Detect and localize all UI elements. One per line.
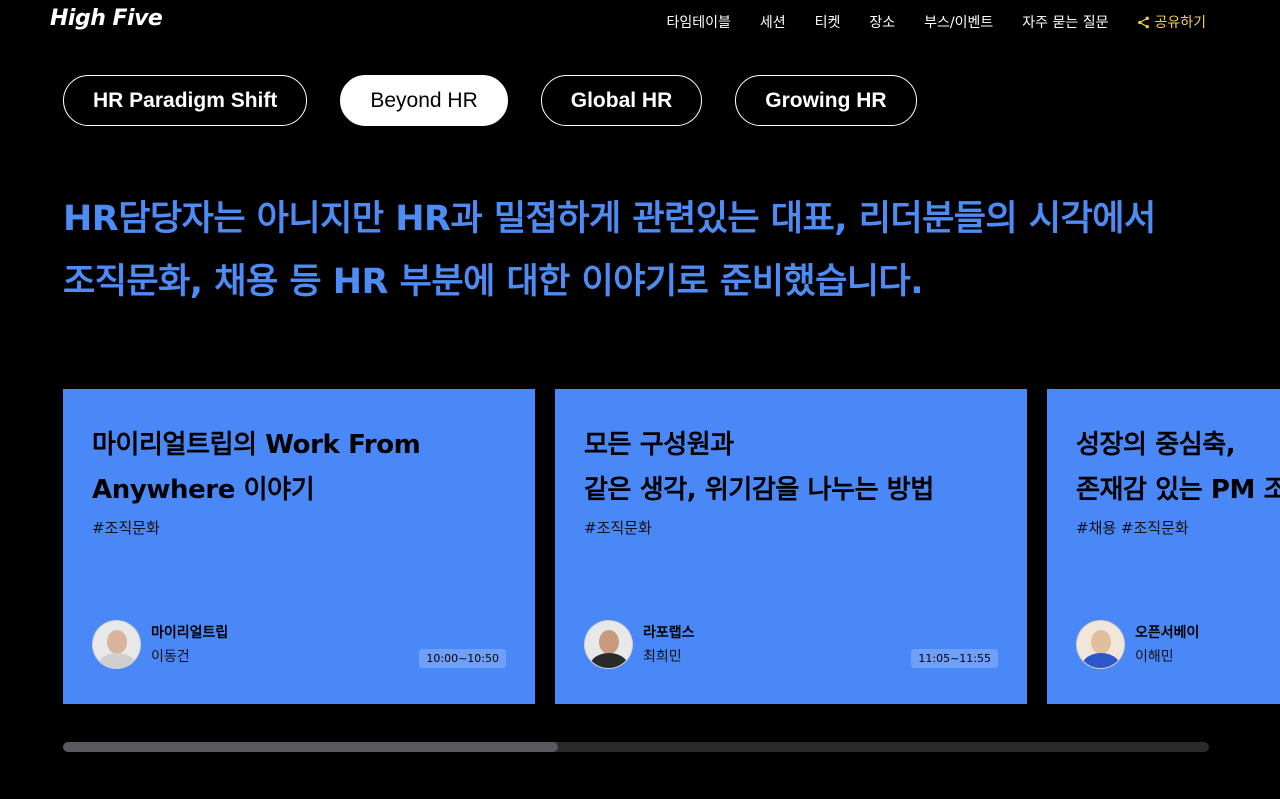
speaker-name: 이동건	[151, 648, 190, 665]
nav-booth-events[interactable]: 부스/이벤트	[924, 12, 993, 32]
speaker-info: 오픈서베이 이해민	[1076, 620, 1199, 669]
nav-tickets[interactable]: 티켓	[815, 12, 841, 32]
speaker-company: 마이리얼트립	[151, 624, 229, 641]
tab-beyond-hr[interactable]: Beyond HR	[340, 75, 508, 126]
session-title: 성장의 중심축, 존재감 있는 PM 조	[1076, 430, 1280, 505]
avatar	[1076, 620, 1125, 669]
speaker-name: 이해민	[1135, 648, 1174, 665]
session-time: 10:00~10:50	[419, 649, 506, 668]
session-carousel[interactable]: 마이리얼트립의 Work From Anywhere 이야기 #조직문화 마이리…	[63, 389, 1280, 704]
tab-growing-hr[interactable]: Growing HR	[735, 75, 917, 126]
nav-faq[interactable]: 자주 묻는 질문	[1022, 12, 1108, 32]
session-tags: #조직문화	[584, 519, 652, 537]
logo[interactable]: High Five	[50, 6, 163, 31]
top-nav: 타임테이블 세션 티켓 장소 부스/이벤트 자주 묻는 질문 공유하기	[666, 12, 1206, 32]
track-tabs: HR Paradigm Shift Beyond HR Global HR Gr…	[63, 75, 917, 126]
tab-global-hr[interactable]: Global HR	[540, 75, 703, 126]
nav-timetable[interactable]: 타임테이블	[666, 12, 730, 32]
speaker-name: 최희민	[643, 648, 682, 665]
session-title: 모든 구성원과 같은 생각, 위기감을 나누는 방법	[584, 430, 934, 505]
speaker-company: 오픈서베이	[1135, 624, 1200, 641]
session-time: 11:05~11:55	[911, 649, 998, 668]
session-card[interactable]: 마이리얼트립의 Work From Anywhere 이야기 #조직문화 마이리…	[63, 389, 535, 704]
nav-sessions[interactable]: 세션	[760, 12, 786, 32]
speaker-company: 라포랩스	[643, 624, 695, 641]
track-description-line-2: 조직문화, 채용 등 HR 부분에 대한 이야기로 준비했습니다.	[63, 262, 924, 302]
session-title: 마이리얼트립의 Work From Anywhere 이야기	[92, 430, 421, 505]
avatar	[92, 620, 141, 669]
carousel-scrollbar[interactable]	[63, 742, 1209, 752]
tab-hr-paradigm-shift[interactable]: HR Paradigm Shift	[63, 75, 308, 126]
speaker-info: 라포랩스 최희민	[584, 620, 695, 669]
session-tags: #채용 #조직문화	[1076, 519, 1189, 537]
track-description: HR담당자는 아니지만 HR과 밀접하게 관련있는 대표, 리더분들의 시각에서…	[63, 188, 1243, 314]
share-button[interactable]: 공유하기	[1137, 12, 1206, 32]
share-label: 공유하기	[1154, 15, 1206, 31]
session-card[interactable]: 모든 구성원과 같은 생각, 위기감을 나누는 방법 #조직문화 라포랩스 최희…	[555, 389, 1027, 704]
speaker-info: 마이리얼트립 이동건	[92, 620, 228, 669]
track-description-line-1: HR담당자는 아니지만 HR과 밀접하게 관련있는 대표, 리더분들의 시각에서	[63, 199, 1156, 239]
avatar	[584, 620, 633, 669]
nav-venue[interactable]: 장소	[869, 12, 895, 32]
session-tags: #조직문화	[92, 519, 160, 537]
session-card[interactable]: 성장의 중심축, 존재감 있는 PM 조 #채용 #조직문화 오픈서베이 이해민	[1047, 389, 1280, 704]
scrollbar-thumb[interactable]	[63, 742, 558, 752]
share-icon	[1138, 16, 1150, 28]
